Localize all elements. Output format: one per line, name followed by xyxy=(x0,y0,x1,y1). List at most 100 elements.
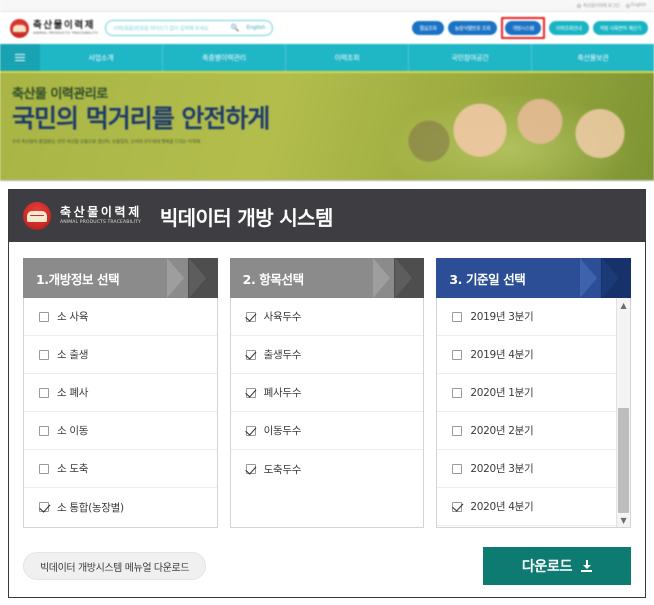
card-header: 축산물이력제 ANIMAL PRODUCTS TRACEABILITY 빅데이터… xyxy=(9,190,645,242)
hamburger-menu-icon[interactable] xyxy=(0,44,40,71)
search-input[interactable]: 이력(묶음)번호를 띄어쓰기 없이 입력해 주세요 xyxy=(113,25,227,32)
checkbox[interactable] xyxy=(39,502,49,512)
download-button-label: 다운로드 xyxy=(521,559,573,575)
search-icon[interactable]: 🔍 xyxy=(231,24,240,32)
nav-item-traceability-search[interactable]: 이력조회 xyxy=(286,44,409,71)
list-item[interactable]: 출생두수 xyxy=(230,336,424,374)
search-english-link[interactable]: English xyxy=(244,25,266,31)
open-system-highlight-box: 개방시스템 xyxy=(501,17,545,39)
scrollbar[interactable]: ▲ ▼ xyxy=(616,298,631,527)
chevron-right-icon xyxy=(602,258,620,298)
checkbox[interactable] xyxy=(39,425,49,436)
scroll-down-icon[interactable]: ▼ xyxy=(617,513,630,527)
search-box[interactable]: 이력(묶음)번호를 띄어쓰기 없이 입력해 주세요 🔍 English xyxy=(105,20,274,36)
pill-traceability-guide[interactable]: 이력조회안내 xyxy=(548,21,589,35)
list-item-label: 소 폐사 xyxy=(57,387,89,399)
card-body: 1.개방정보 선택 소 사육 소 출생 소 폐사 소 이동 소 도축 소 통합(… xyxy=(9,242,645,599)
language-link[interactable]: English xyxy=(625,3,646,8)
brand-name-en: ANIMAL PRODUCTS TRACEABILITY xyxy=(33,30,99,35)
step-header-2: 2. 항목선택 xyxy=(229,258,425,298)
chevron-right-icon xyxy=(166,258,184,298)
scrollbar-thumb[interactable] xyxy=(618,408,630,513)
checkbox[interactable] xyxy=(39,387,49,398)
checkbox[interactable] xyxy=(452,501,463,512)
scroll-up-icon[interactable]: ▲ xyxy=(617,298,630,312)
nav-item-public-space[interactable]: 국민참여공간 xyxy=(409,44,532,71)
list-item[interactable]: 소 사육 xyxy=(24,298,217,336)
list-item-label: 출생두수 xyxy=(263,349,302,361)
list-item[interactable]: 사육두수 xyxy=(230,298,424,336)
checkbox[interactable] xyxy=(245,425,256,436)
column-item-select: 2. 항목선택 사육두수 출생두수 폐사두수 이동두수 도축두수 xyxy=(229,258,425,528)
checkbox[interactable] xyxy=(452,311,463,322)
step-header-3: 3. 기준일 선택 xyxy=(436,258,632,298)
step-label-3: 3. 기준일 선택 xyxy=(449,271,526,287)
step-header-1: 1.개방정보 선택 xyxy=(23,258,218,298)
list-item[interactable]: 2019년 4분기 xyxy=(437,336,617,374)
list-item[interactable]: 2020년 3분기 xyxy=(437,450,617,488)
list-item-label: 2020년 4분기 xyxy=(470,501,534,513)
manual-download-button[interactable]: 빅데이터 개방시스템 메뉴얼 다운로드 xyxy=(23,552,207,580)
pill-area-calculator[interactable]: 적정 사육면적 계산기 xyxy=(592,21,648,35)
header-nav-pills: 멸실조회 농장식별번호 조회 개방시스템 이력조회안내 적정 사육면적 계산기 xyxy=(280,17,648,39)
traceability-emblem-icon xyxy=(10,18,29,38)
language-label: English xyxy=(631,3,646,8)
checkbox[interactable] xyxy=(245,349,256,360)
list-item[interactable]: 도축두수 xyxy=(231,450,424,488)
option-list-items: 사육두수 출생두수 폐사두수 이동두수 도축두수 xyxy=(229,298,425,528)
utility-bar: 축산물이력제 로그인 English xyxy=(0,0,654,12)
hero-line-1: 축산물 이력관리로 xyxy=(12,87,108,102)
step-label-2: 2. 항목선택 xyxy=(242,271,304,287)
nav-item-product-storage[interactable]: 축산물보관 xyxy=(532,44,654,71)
login-link[interactable]: 축산물이력제 로그인 xyxy=(577,3,620,9)
list-item[interactable]: 2019년 3분기 xyxy=(437,298,617,336)
global-nav: 사업소개 축종별이력관리 이력조회 국민참여공간 축산물보관 xyxy=(0,44,654,71)
list-item[interactable]: 소 폐사 xyxy=(24,374,217,412)
list-item[interactable]: 소 이동 xyxy=(24,412,217,450)
download-button[interactable]: 다운로드 xyxy=(483,547,631,585)
checkbox[interactable] xyxy=(245,464,256,474)
pill-open-system[interactable]: 개방시스템 xyxy=(505,21,541,35)
nav-item-species-management[interactable]: 축종별이력관리 xyxy=(163,44,286,71)
header-main: 축산물이력제 ANIMAL PRODUCTS TRACEABILITY 이력(묶… xyxy=(0,12,654,44)
card-brand-name-en: ANIMAL PRODUCTS TRACEABILITY xyxy=(60,220,141,226)
checkbox[interactable] xyxy=(39,311,49,322)
card-brand-name-kr: 축산물이력제 xyxy=(60,205,142,220)
chevron-right-icon xyxy=(395,258,413,298)
globe-icon xyxy=(625,3,630,8)
list-item-label: 2020년 2분기 xyxy=(470,425,534,437)
list-item-label: 소 사육 xyxy=(57,311,89,323)
list-item[interactable]: 폐사두수 xyxy=(230,374,424,412)
checkbox[interactable] xyxy=(452,463,463,474)
list-item-label: 사육두수 xyxy=(263,311,302,323)
selection-columns: 1.개방정보 선택 소 사육 소 출생 소 폐사 소 이동 소 도축 소 통합(… xyxy=(23,258,632,528)
site-logo[interactable]: 축산물이력제 ANIMAL PRODUCTS TRACEABILITY xyxy=(10,18,99,38)
checkbox[interactable] xyxy=(452,425,463,436)
hero-subtitle: 우리 축산물의 품질향상, 안전 축산물 유통으로 생산자, 유통업자, 소비자… xyxy=(12,140,201,145)
chevron-right-icon xyxy=(580,258,598,298)
pill-farm-id-search[interactable]: 농장식별번호 조회 xyxy=(447,21,498,35)
list-item[interactable]: 소 도축 xyxy=(24,450,217,488)
list-item[interactable]: 이동두수 xyxy=(230,412,424,450)
list-item-label: 폐사두수 xyxy=(263,387,302,399)
list-item[interactable]: 2020년 2분기 xyxy=(437,412,617,450)
checkbox[interactable] xyxy=(452,349,463,360)
list-item[interactable]: 소 출생 xyxy=(24,336,217,374)
option-list-base-date: 2019년 3분기 2019년 4분기 2020년 1분기 2020년 2분기 xyxy=(436,298,632,528)
checkbox[interactable] xyxy=(452,387,463,398)
bigdata-open-system-card: 축산물이력제 ANIMAL PRODUCTS TRACEABILITY 빅데이터… xyxy=(8,189,646,598)
list-item[interactable]: 2020년 1분기 xyxy=(437,374,617,412)
checkbox[interactable] xyxy=(39,463,49,474)
checkbox[interactable] xyxy=(39,349,49,360)
list-item-label: 도축두수 xyxy=(263,463,302,476)
traceability-emblem-icon xyxy=(23,202,51,230)
list-item-label: 2020년 1분기 xyxy=(470,387,534,399)
checkbox[interactable] xyxy=(245,311,256,322)
checkbox[interactable] xyxy=(245,387,256,398)
card-footer: 빅데이터 개방시스템 메뉴얼 다운로드 다운로드 xyxy=(23,547,631,585)
nav-item-business-intro[interactable]: 사업소개 xyxy=(40,44,163,71)
list-item[interactable]: 2020년 4분기 xyxy=(437,488,617,526)
list-item-label: 이동두수 xyxy=(263,425,302,437)
list-item[interactable]: 소 통합(농장별) xyxy=(24,488,217,526)
pill-meilsil-search[interactable]: 멸실조회 xyxy=(412,21,444,35)
